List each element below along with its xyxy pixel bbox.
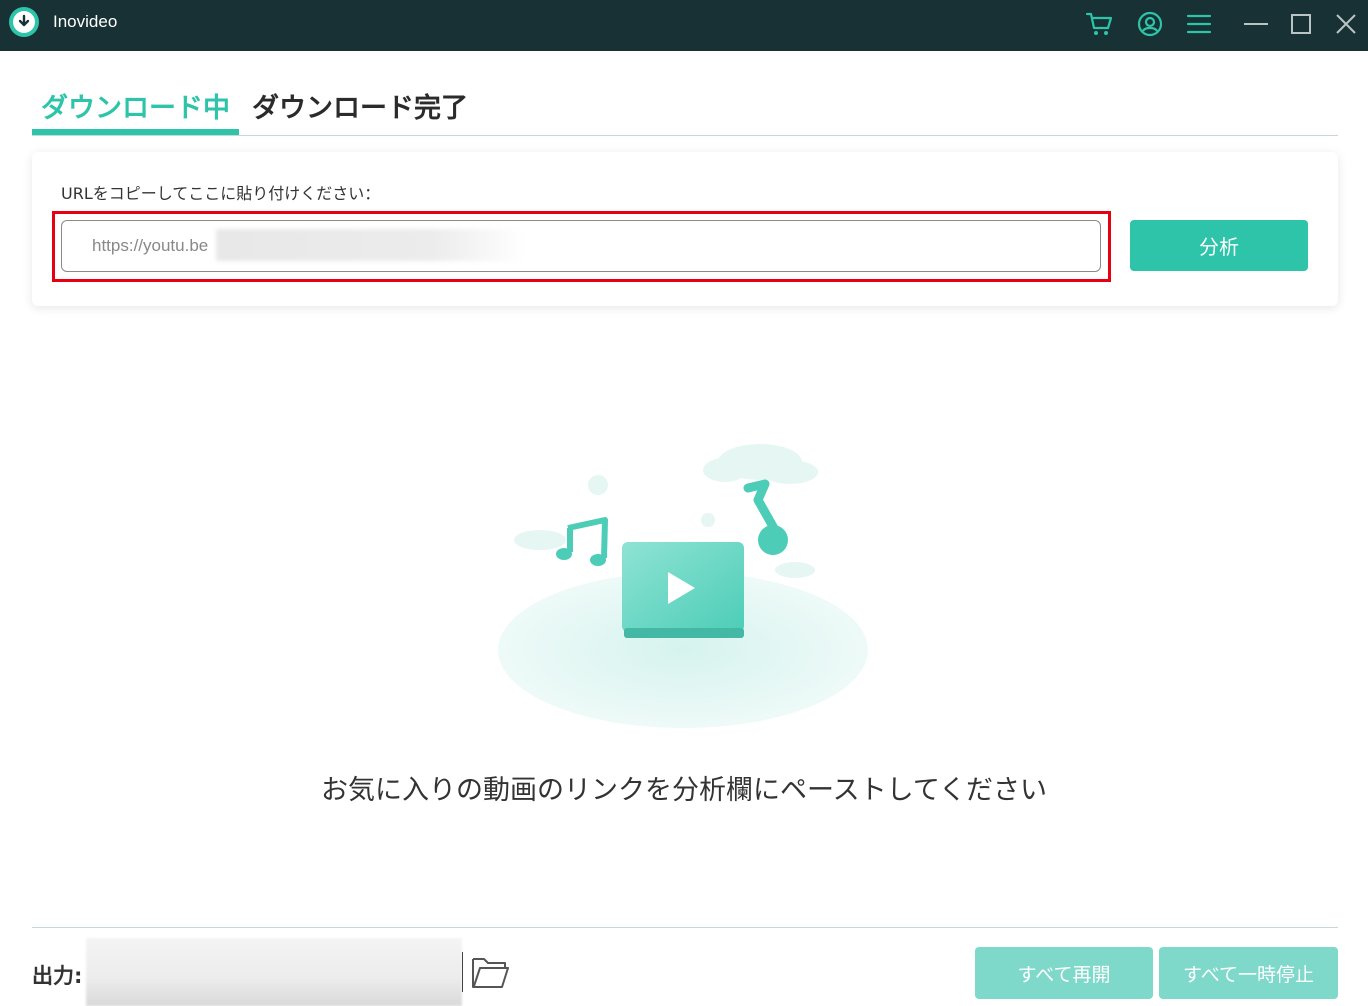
minimize-icon[interactable]	[1241, 9, 1271, 39]
empty-state-message: お気に入りの動画のリンクを分析欄にペーストしてください	[320, 775, 1048, 806]
tab-downloaded[interactable]: ダウンロード完了	[252, 84, 468, 134]
close-icon[interactable]	[1331, 9, 1361, 39]
tab-divider	[32, 135, 1338, 136]
output-separator	[462, 952, 463, 992]
output-label: 出力:	[32, 964, 83, 988]
folder-icon[interactable]	[470, 953, 510, 991]
maximize-icon[interactable]	[1286, 9, 1316, 39]
title-bar: Inovideo	[0, 0, 1368, 51]
cart-icon[interactable]	[1084, 9, 1114, 39]
pause-all-button[interactable]: すべて一時停止	[1159, 947, 1338, 999]
account-icon[interactable]	[1135, 9, 1165, 39]
logo-icon	[9, 7, 39, 37]
analyze-button[interactable]: 分析	[1130, 220, 1308, 271]
tab-downloading[interactable]: ダウンロード中	[32, 84, 239, 134]
url-redaction	[216, 229, 526, 261]
url-label: URLをコピーしてここに貼り付けください：	[61, 184, 381, 203]
menu-icon[interactable]	[1184, 9, 1214, 39]
resume-all-button[interactable]: すべて再開	[975, 947, 1153, 999]
app-title: Inovideo	[53, 12, 118, 31]
output-path-redaction	[86, 938, 462, 1006]
footer-divider	[32, 927, 1338, 928]
video-music-cloud-illustration	[498, 444, 868, 728]
